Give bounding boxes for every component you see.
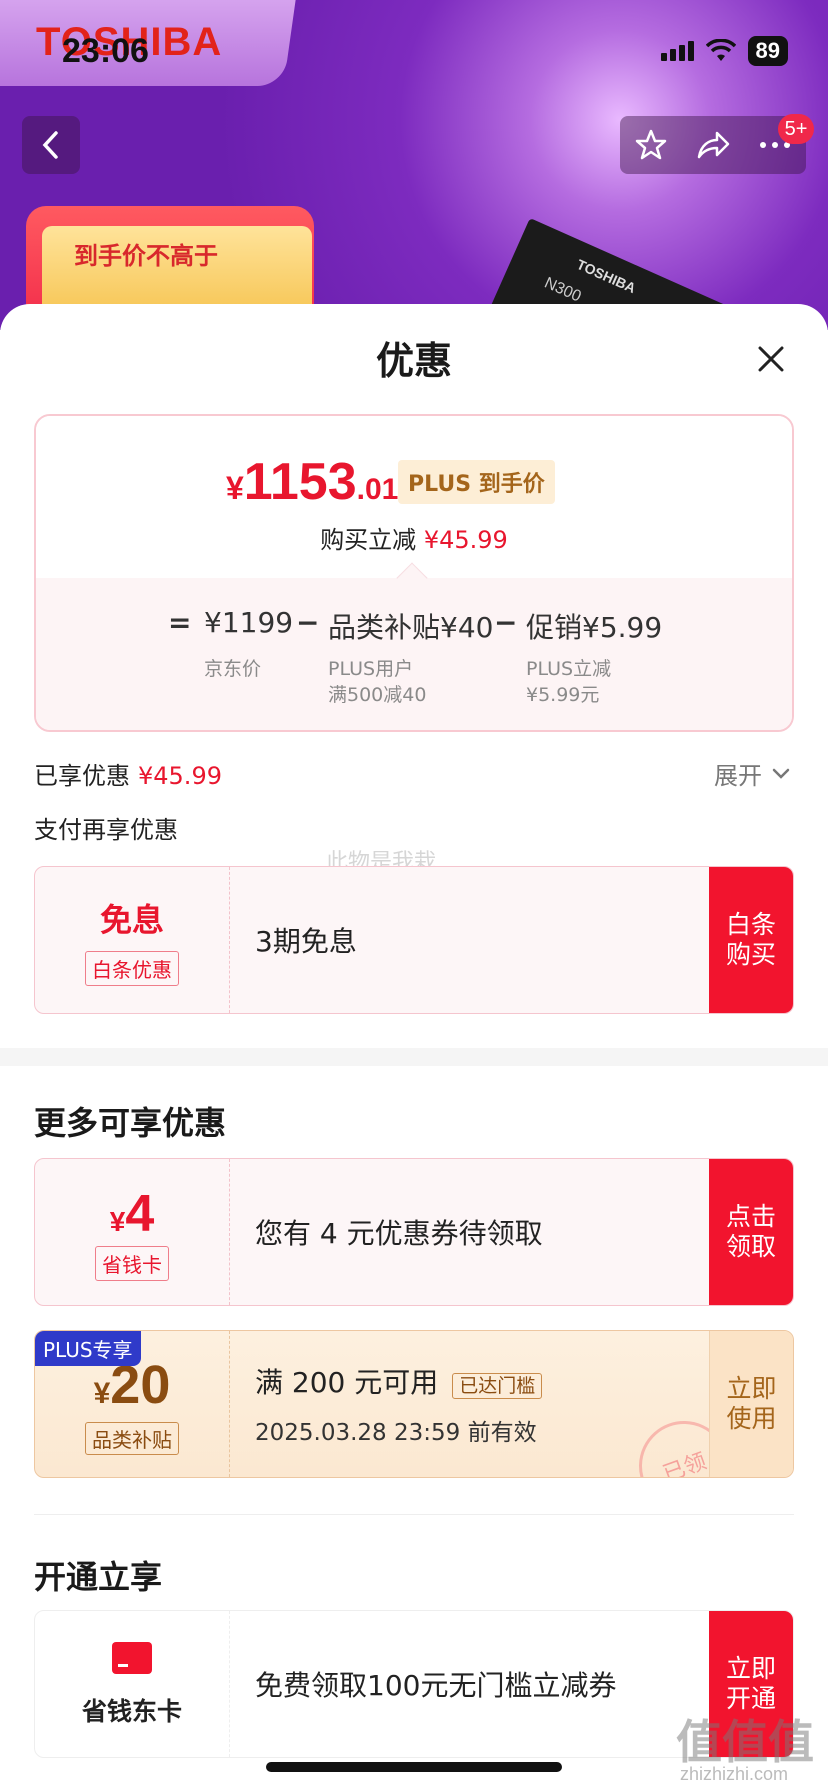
more-offers-title: 更多可享优惠: [34, 1104, 227, 1142]
chevron-down-icon: [772, 768, 790, 779]
share-icon[interactable]: [695, 129, 731, 161]
notification-badge: 5+: [778, 114, 814, 144]
promo-note: PLUS立减 ¥5.99元: [526, 658, 612, 706]
jd-card-desc: 免费领取100元无门槛立减券: [255, 1669, 617, 1702]
star-icon[interactable]: [634, 128, 668, 162]
price-breakdown: = ¥1199 − 品类补贴¥40 − 促销¥5.99 京东价 PLUS用户 满5…: [36, 578, 792, 730]
back-button[interactable]: [22, 116, 80, 174]
battery-indicator: 89: [747, 36, 788, 66]
instant-reduction: 购买立减 ¥45.99: [320, 526, 508, 554]
plus-coupon-info: 满 200 元可用 已达门槛 2025.03.28 23:59 前有效: [255, 1331, 543, 1477]
enjoyed-discount: 已享优惠 ¥45.99: [34, 762, 222, 790]
baitiao-title: 免息: [99, 900, 164, 939]
baitiao-buy-button[interactable]: 白条购买: [709, 867, 793, 1013]
site-watermark-url: zhizhizhi.com: [680, 1764, 789, 1784]
product-model: N300: [541, 274, 584, 306]
sheet-title: 优惠: [375, 339, 452, 383]
saver-amount: ¥4: [109, 1184, 155, 1243]
use-now-button[interactable]: 立即使用: [709, 1331, 793, 1477]
final-price: ¥1153.01: [226, 453, 399, 511]
promotion: 促销¥5.99: [526, 611, 663, 644]
saver-card-coupon: ¥4 省钱卡 您有 4 元优惠券待领取 点击领取: [34, 1158, 794, 1306]
discount-sheet: 优惠 ¥1153.01 PLUS 到手价 购买立减 ¥45.99 = ¥1199…: [0, 304, 828, 1792]
claim-button[interactable]: 点击领取: [709, 1159, 793, 1305]
status-icons: 89: [660, 36, 788, 66]
jd-price-label: 京东价: [204, 658, 262, 680]
valid-until: 2025.03.28 23:59 前有效: [255, 1420, 537, 1446]
chevron-left-icon: [42, 131, 58, 159]
category-subsidy: 品类补贴¥40: [328, 611, 494, 644]
saver-tag: 省钱卡: [95, 1245, 169, 1281]
baitiao-offer: 免息 白条优惠 3期免息 白条购买: [34, 866, 794, 1014]
saver-desc: 您有 4 元优惠券待领取: [255, 1217, 543, 1250]
baitiao-desc: 3期免息: [255, 925, 357, 958]
close-icon[interactable]: [750, 338, 792, 380]
card-icon: [112, 1642, 152, 1674]
plus-exclusive-badge: PLUS专享: [35, 1331, 141, 1366]
baitiao-tag: 白条优惠: [85, 950, 179, 986]
subsidy-note: PLUS用户 满500减40: [328, 658, 427, 706]
pay-section-title: 支付再享优惠: [34, 816, 178, 844]
open-section-title: 开通立享: [34, 1558, 163, 1596]
plus-coupon-tag: 品类补贴: [85, 1421, 179, 1455]
cellular-signal-icon: [660, 41, 694, 61]
jd-card-name: 省钱东卡: [81, 1697, 182, 1726]
threshold-tag: 已达门槛: [452, 1372, 543, 1399]
product-brand: TOSHIBA: [574, 256, 639, 297]
plus-coupon: ¥20 品类补贴 PLUS专享 满 200 元可用 已达门槛 2025.03.28…: [34, 1330, 794, 1478]
promo-text: 到手价不高于: [74, 242, 218, 270]
home-indicator[interactable]: [266, 1762, 562, 1772]
wifi-icon: [705, 39, 736, 61]
expand-button[interactable]: 展开: [714, 756, 790, 791]
status-time: 23:06: [62, 32, 149, 70]
jd-price: ¥1199: [204, 606, 294, 639]
plus-price-tag: PLUS 到手价: [398, 460, 555, 504]
site-watermark: 值值值: [676, 1715, 814, 1769]
price-card: ¥1153.01 PLUS 到手价 购买立减 ¥45.99 = ¥1199 − …: [34, 414, 794, 732]
